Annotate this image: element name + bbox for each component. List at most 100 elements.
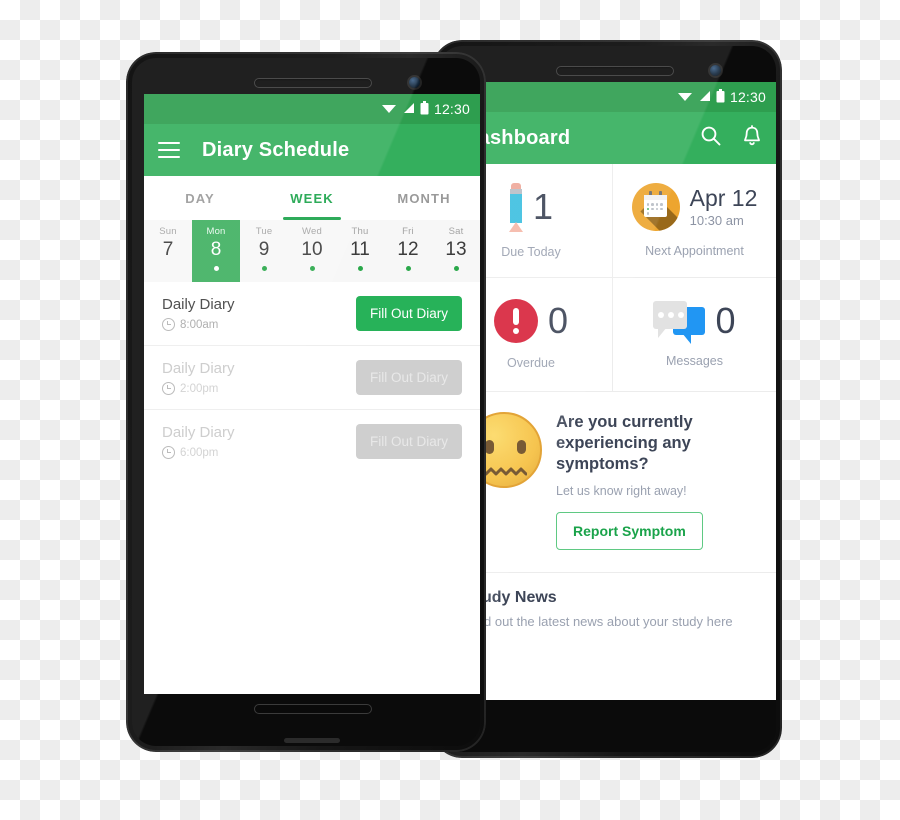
- earpiece-speaker-right: [556, 66, 674, 76]
- day-of-week-label: Sat: [448, 226, 464, 237]
- day-number: 9: [258, 239, 270, 260]
- day-cell-sun[interactable]: Sun 7: [144, 220, 192, 282]
- overdue-count: 0: [547, 300, 569, 341]
- day-number: 10: [301, 239, 323, 260]
- next-appointment-time: 10:30 am: [689, 213, 744, 229]
- app-bar-left: Diary Schedule: [144, 124, 480, 176]
- symptom-subtitle: Let us know right away!: [556, 484, 687, 499]
- earpiece-speaker-left: [254, 78, 372, 88]
- signal-icon: [402, 101, 415, 117]
- day-number: 12: [397, 239, 419, 260]
- day-of-week-label: Sun: [159, 226, 177, 237]
- day-dot: [166, 266, 171, 271]
- fill-out-diary-button[interactable]: Fill Out Diary: [355, 296, 462, 331]
- battery-icon: [420, 100, 429, 118]
- status-bar-left: 12:30: [144, 94, 480, 124]
- diary-title: Daily Diary: [162, 360, 235, 377]
- day-dot: [261, 266, 267, 271]
- tab-week[interactable]: WEEK: [256, 176, 368, 220]
- day-cell-wed[interactable]: Wed 10: [288, 220, 336, 282]
- day-of-week-label: Fri: [402, 226, 414, 237]
- fill-out-diary-button: Fill Out Diary: [355, 424, 462, 459]
- day-number: 13: [445, 239, 467, 260]
- fill-out-diary-button: Fill Out Diary: [355, 360, 462, 395]
- day-cell-fri[interactable]: Fri 12: [384, 220, 432, 282]
- day-number: 11: [350, 239, 370, 260]
- status-bar-time-right: 12:30: [729, 89, 766, 105]
- notification-bell-icon[interactable]: [742, 124, 762, 152]
- study-news-card[interactable]: Study News Find out the latest news abou…: [450, 573, 776, 650]
- period-tabs: DAY WEEK MONTH: [144, 176, 480, 220]
- search-icon[interactable]: [700, 125, 722, 152]
- diary-title: Daily Diary: [162, 296, 235, 313]
- overdue-label: Overdue: [507, 356, 555, 370]
- messages-label: Messages: [666, 354, 723, 368]
- status-bar-time-left: 12:30: [433, 101, 470, 117]
- calendar-icon: [631, 183, 680, 231]
- wifi-icon: [677, 89, 693, 105]
- screen-left: 12:30 Diary Schedule DAY WEEK MONTH Sun …: [144, 94, 480, 694]
- day-of-week-label: Wed: [302, 226, 322, 237]
- chat-bubbles-icon: [653, 301, 706, 344]
- diary-time-label: 8:00am: [180, 318, 219, 331]
- week-strip: Sun 7 Mon 8 Tue 9 Wed 10 Thu 11 Fri 12 S…: [144, 220, 480, 282]
- report-symptom-button[interactable]: Report Symptom: [556, 512, 703, 551]
- day-dot: [453, 266, 459, 271]
- dashboard-stats-grid: 1 Due Today Apr 12 10:30 am Next Appoint…: [450, 164, 776, 392]
- diary-time-label: 6:00pm: [180, 446, 219, 459]
- day-cell-thu[interactable]: Thu 11: [336, 220, 384, 282]
- tab-month[interactable]: MONTH: [368, 176, 480, 220]
- clock-icon: [162, 382, 175, 395]
- day-dot: [309, 266, 315, 271]
- day-of-week-label: Mon: [206, 226, 226, 237]
- battery-icon: [716, 88, 725, 106]
- day-number: 8: [210, 239, 222, 260]
- front-camera-right: [710, 65, 721, 76]
- day-dot: [405, 266, 411, 271]
- day-cell-mon[interactable]: Mon 8: [192, 220, 240, 282]
- due-today-count: 1: [532, 186, 554, 227]
- diary-time: 6:00pm: [162, 446, 235, 459]
- pencil-icon: [508, 182, 523, 232]
- day-dot: [213, 266, 219, 271]
- stat-card-next-appointment[interactable]: Apr 12 10:30 am Next Appointment: [613, 164, 776, 278]
- table-row: Daily Diary 2:00pm Fill Out Diary: [144, 346, 480, 410]
- study-news-title: Study News: [466, 589, 557, 607]
- overdue-alert-icon: [493, 299, 538, 343]
- diary-time: 8:00am: [162, 318, 235, 331]
- table-row[interactable]: Daily Diary 8:00am Fill Out Diary: [144, 282, 480, 346]
- table-row: Daily Diary 6:00pm Fill Out Diary: [144, 410, 480, 473]
- signal-icon: [698, 89, 711, 105]
- page-title-diary-schedule: Diary Schedule: [202, 138, 350, 161]
- diary-time: 2:00pm: [162, 382, 235, 395]
- stat-card-messages[interactable]: 0 Messages: [613, 278, 776, 392]
- usb-port-left: [284, 738, 340, 743]
- messages-count: 0: [715, 300, 736, 341]
- diary-list: Daily Diary 8:00am Fill Out Diary Daily …: [144, 282, 480, 473]
- day-dot: [357, 266, 363, 271]
- day-number: 7: [162, 239, 174, 260]
- front-camera-left: [409, 77, 420, 88]
- clock-icon: [162, 318, 175, 331]
- wifi-icon: [381, 101, 397, 117]
- diary-time-label: 2:00pm: [180, 382, 219, 395]
- symptom-card: Are you currently experiencing any sympt…: [450, 392, 776, 574]
- diary-title: Daily Diary: [162, 424, 235, 441]
- day-cell-tue[interactable]: Tue 9: [240, 220, 288, 282]
- status-bar-right: 12:30: [450, 82, 776, 112]
- phone-right-glass: 12:30 Dashboard 1 Due Today Apr 12 10:30…: [438, 46, 776, 752]
- tab-day[interactable]: DAY: [144, 176, 256, 220]
- screen-right: 12:30 Dashboard 1 Due Today Apr 12 10:30…: [450, 82, 776, 700]
- symptom-question: Are you currently experiencing any sympt…: [556, 413, 693, 474]
- bottom-speaker-left: [254, 704, 372, 714]
- day-of-week-label: Thu: [351, 226, 369, 237]
- due-today-label: Due Today: [501, 245, 561, 259]
- app-bar-right: Dashboard: [450, 112, 776, 164]
- phone-left-glass: 12:30 Diary Schedule DAY WEEK MONTH Sun …: [132, 58, 480, 746]
- next-appointment-date: Apr 12: [689, 184, 758, 211]
- day-of-week-label: Tue: [255, 226, 273, 237]
- phone-left-diary: 12:30 Diary Schedule DAY WEEK MONTH Sun …: [126, 52, 486, 752]
- next-appointment-label: Next Appointment: [645, 244, 744, 258]
- day-cell-sat[interactable]: Sat 13: [432, 220, 480, 282]
- hamburger-menu-icon[interactable]: [158, 142, 180, 158]
